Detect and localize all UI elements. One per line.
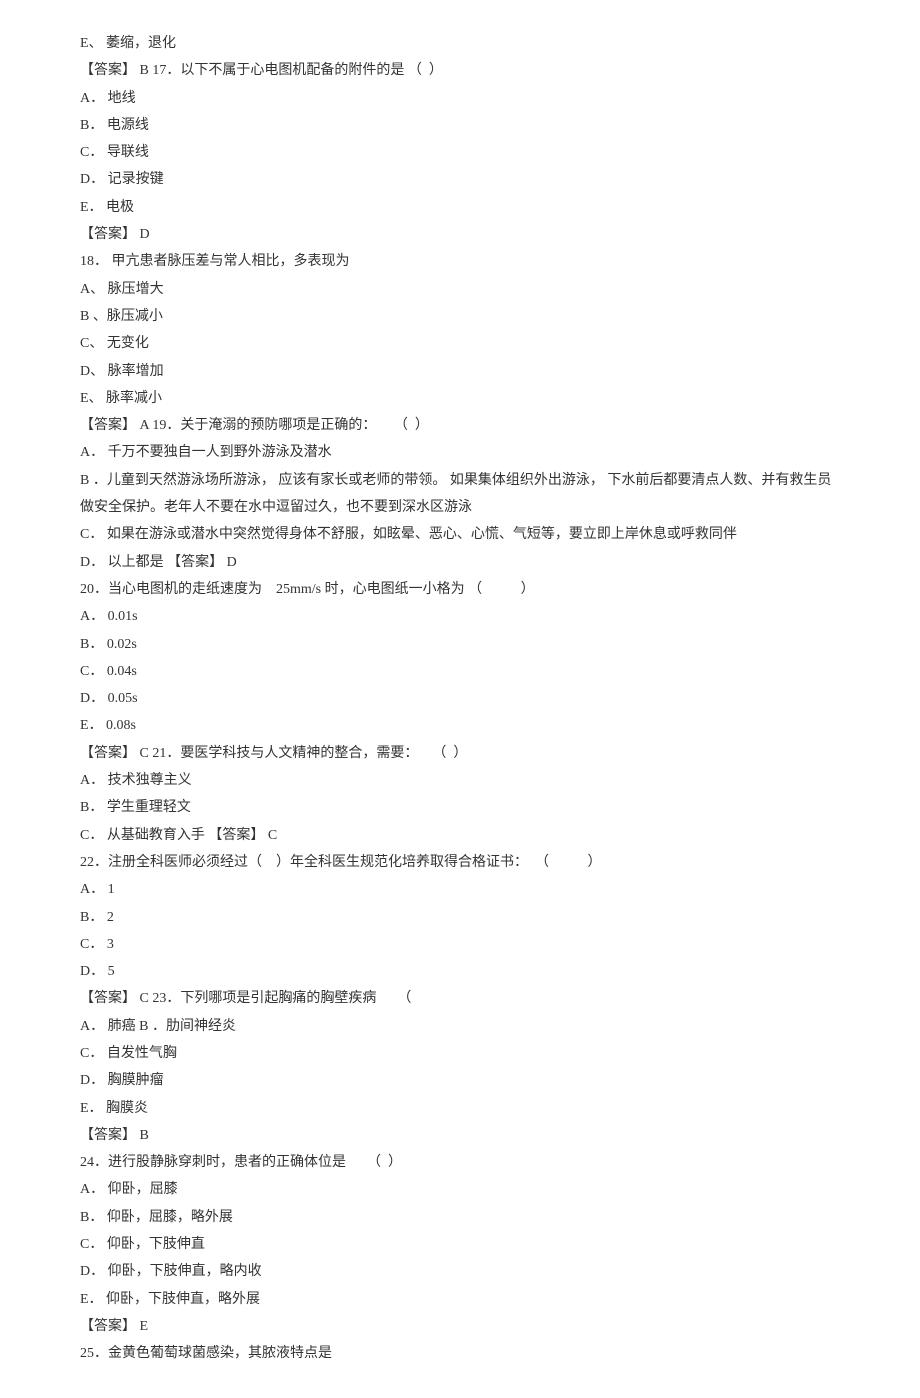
text-line: C． 自发性气胸 <box>80 1040 840 1067</box>
text-line: C． 仰卧，下肢伸直 <box>80 1231 840 1258</box>
text-line: D． 胸膜肿瘤 <box>80 1067 840 1094</box>
text-line: B ．儿童到天然游泳场所游泳， 应该有家长或老师的带领。 如果集体组织外出游泳，… <box>80 467 840 522</box>
text-line: A． 肺癌 B ．肋间神经炎 <box>80 1013 840 1040</box>
text-line: C． 如果在游泳或潜水中突然觉得身体不舒服，如眩晕、恶心、心慌、气短等，要立即上… <box>80 521 840 548</box>
text-line: 25．金黄色葡萄球菌感染，其脓液特点是 <box>80 1340 840 1367</box>
text-line: 【答案】 E <box>80 1313 840 1340</box>
text-line: C、 无变化 <box>80 330 840 357</box>
text-line: A． 0.01s <box>80 603 840 630</box>
text-line: 【答案】 D <box>80 221 840 248</box>
text-line: B． 2 <box>80 904 840 931</box>
text-line: E、 萎缩，退化 <box>80 30 840 57</box>
text-line: E． 仰卧，下肢伸直，略外展 <box>80 1286 840 1313</box>
text-line: C． 从基础教育入手 【答案】 C <box>80 822 840 849</box>
text-line: D． 0.05s <box>80 685 840 712</box>
text-line: B． 电源线 <box>80 112 840 139</box>
text-line: D． 以上都是 【答案】 D <box>80 549 840 576</box>
text-line: 【答案】 C 21．要医学科技与人文精神的整合，需要： （ ） <box>80 740 840 767</box>
text-line: A． 千万不要独自一人到野外游泳及潜水 <box>80 439 840 466</box>
text-line: C． 0.04s <box>80 658 840 685</box>
text-line: D． 记录按键 <box>80 166 840 193</box>
text-line: B 、脉压减小 <box>80 303 840 330</box>
text-line: C． 导联线 <box>80 139 840 166</box>
text-line: C． 3 <box>80 931 840 958</box>
text-line: 20．当心电图机的走纸速度为 25mm/s 时，心电图纸一小格为 （ ） <box>80 576 840 603</box>
text-line: E、 脉率减小 <box>80 385 840 412</box>
text-line: D、 脉率增加 <box>80 358 840 385</box>
text-line: 【答案】 B 17．以下不属于心电图机配备的附件的是 （ ） <box>80 57 840 84</box>
document-page: E、 萎缩，退化【答案】 B 17．以下不属于心电图机配备的附件的是 （ ）A．… <box>0 0 920 1398</box>
text-line: 【答案】 B <box>80 1122 840 1149</box>
text-line: A、 脉压增大 <box>80 276 840 303</box>
text-line: E． 胸膜炎 <box>80 1095 840 1122</box>
text-line: B． 仰卧，屈膝，略外展 <box>80 1204 840 1231</box>
text-line: D． 仰卧，下肢伸直，略内收 <box>80 1258 840 1285</box>
text-line: B． 0.02s <box>80 631 840 658</box>
text-line: 【答案】 A 19．关于淹溺的预防哪项是正确的： （ ） <box>80 412 840 439</box>
text-line: 24．进行股静脉穿刺时，患者的正确体位是 （ ） <box>80 1149 840 1176</box>
text-line: A． 技术独尊主义 <box>80 767 840 794</box>
text-line: A． 1 <box>80 876 840 903</box>
text-line: 【答案】 C 23．下列哪项是引起胸痛的胸壁疾病 （ <box>80 985 840 1012</box>
text-line: B． 学生重理轻文 <box>80 794 840 821</box>
text-line: D． 5 <box>80 958 840 985</box>
text-line: E． 电极 <box>80 194 840 221</box>
text-line: 18． 甲亢患者脉压差与常人相比，多表现为 <box>80 248 840 275</box>
text-line: A． 地线 <box>80 85 840 112</box>
text-line: A． 仰卧，屈膝 <box>80 1176 840 1203</box>
text-line: 22．注册全科医师必须经过（ ）年全科医生规范化培养取得合格证书： （ ） <box>80 849 840 876</box>
text-line: E． 0.08s <box>80 712 840 739</box>
